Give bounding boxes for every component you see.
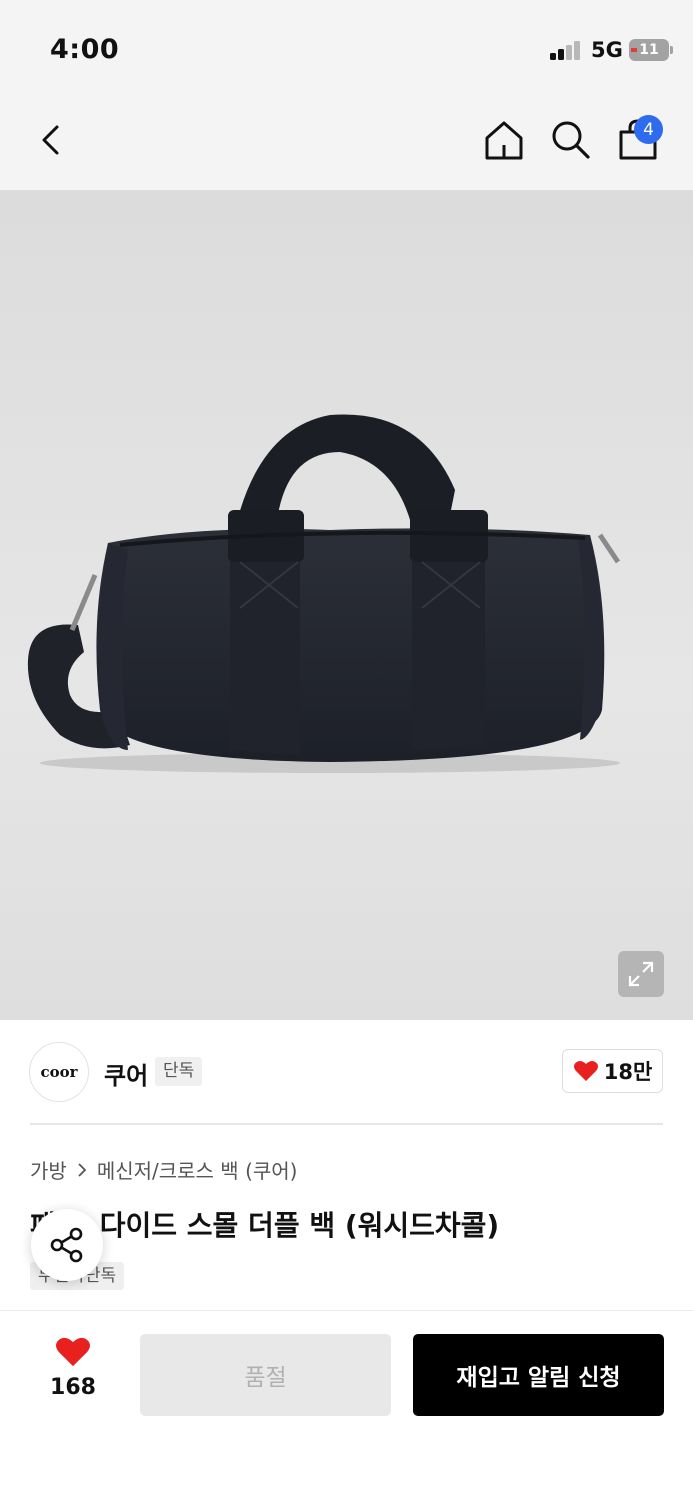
brand-name[interactable]: 쿠어 bbox=[104, 1056, 148, 1091]
heart-icon bbox=[56, 1337, 90, 1367]
expand-image-button[interactable] bbox=[618, 951, 664, 997]
breadcrumb-item-bags[interactable]: 가방 bbox=[30, 1155, 67, 1184]
breadcrumb: 가방 메신저/크로스 백 (쿠어) bbox=[30, 1155, 297, 1184]
brand-row: coor 쿠어 단독 18만 bbox=[0, 1020, 693, 1124]
restock-alert-button[interactable]: 재입고 알림 신청 bbox=[413, 1334, 664, 1416]
search-button[interactable] bbox=[549, 118, 593, 162]
chevron-right-icon bbox=[78, 1162, 87, 1177]
battery-icon: 11 bbox=[629, 39, 669, 61]
wish-count: 168 bbox=[50, 1375, 96, 1400]
back-button[interactable] bbox=[32, 120, 72, 160]
bottom-action-bar: 168 품절 재입고 알림 신청 bbox=[0, 1310, 693, 1500]
status-bar: 4:00 5G 11 bbox=[0, 0, 693, 92]
signal-icon bbox=[550, 40, 582, 60]
top-navigation bbox=[0, 92, 693, 190]
share-icon bbox=[50, 1227, 83, 1263]
network-label: 5G bbox=[591, 38, 623, 62]
wish-button[interactable]: 168 bbox=[36, 1335, 110, 1415]
share-button[interactable] bbox=[31, 1209, 103, 1281]
brand-logo[interactable]: coor bbox=[29, 1042, 89, 1102]
battery-level: 11 bbox=[639, 42, 659, 58]
brand-like-count: 18만 bbox=[603, 1060, 653, 1084]
heart-icon bbox=[573, 1061, 598, 1081]
home-icon bbox=[485, 121, 523, 160]
brand-exclusive-tag: 단독 bbox=[155, 1057, 203, 1086]
breadcrumb-item-category[interactable]: 메신저/크로스 백 (쿠어) bbox=[97, 1155, 298, 1184]
home-button[interactable] bbox=[482, 118, 526, 162]
product-image[interactable] bbox=[0, 190, 693, 1020]
search-icon bbox=[552, 121, 590, 159]
divider bbox=[30, 1123, 663, 1125]
soldout-button: 품절 bbox=[140, 1334, 391, 1416]
cart-count-badge: 4 bbox=[634, 115, 663, 144]
chevron-left-icon bbox=[42, 125, 59, 155]
expand-icon bbox=[628, 961, 654, 987]
status-time: 4:00 bbox=[50, 34, 120, 65]
brand-like-button[interactable]: 18만 bbox=[562, 1049, 663, 1093]
bag-image bbox=[27, 414, 621, 773]
